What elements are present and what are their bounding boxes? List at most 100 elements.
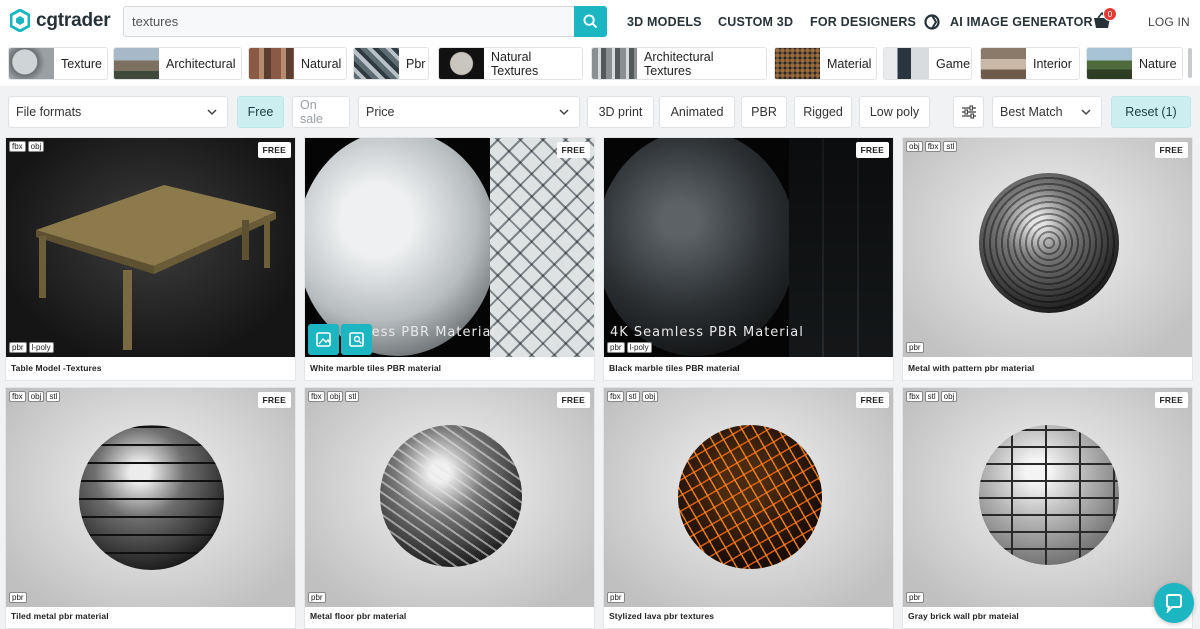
pbr-tag: pbr: [607, 342, 625, 353]
free-filter-button[interactable]: Free: [237, 96, 284, 128]
product-title[interactable]: White marble tiles PBR material: [310, 363, 441, 373]
lava-sphere: [678, 425, 822, 569]
category-chip-material[interactable]: Material: [774, 47, 877, 80]
pbr-tag: pbr: [308, 592, 326, 603]
category-chip-nature[interactable]: Nature: [1086, 47, 1183, 80]
nav-custom-3d[interactable]: CUSTOM 3D: [718, 0, 793, 44]
advanced-filters-button[interactable]: [953, 96, 984, 128]
format-tag: stl: [345, 391, 360, 402]
category-label: Pbr: [406, 56, 426, 71]
category-chip-texture[interactable]: Texture: [8, 47, 108, 80]
product-title[interactable]: Stylized lava pbr textures: [609, 611, 714, 621]
product-image[interactable]: [305, 388, 594, 607]
sliders-icon: [961, 105, 976, 119]
black-marble-sphere: [604, 138, 796, 356]
category-scroll-indicator[interactable]: [1188, 48, 1192, 78]
cart-count-badge: 0: [1103, 7, 1117, 21]
category-chip-architectural[interactable]: Architectural: [113, 47, 242, 80]
gallery-button[interactable]: [308, 324, 339, 355]
category-thumbnail: [981, 48, 1026, 79]
category-chip-natural-textures[interactable]: Natural Textures: [438, 47, 583, 80]
product-image[interactable]: [903, 388, 1192, 607]
image-gallery-icon: [316, 332, 331, 347]
product-card[interactable]: fbx stl obj FREE pbr Stylized lava pbr t…: [603, 387, 894, 629]
category-thumbnail: [439, 48, 484, 79]
category-chip-game[interactable]: Game: [883, 47, 972, 80]
category-label: Natural: [301, 56, 342, 71]
category-chip-pbr[interactable]: Pbr: [353, 47, 429, 80]
search-input[interactable]: [124, 7, 574, 36]
reset-filters-button[interactable]: Reset (1): [1111, 96, 1191, 128]
search-button[interactable]: [574, 6, 607, 37]
product-title[interactable]: Black marble tiles PBR material: [609, 363, 740, 373]
free-badge: FREE: [1154, 392, 1188, 408]
format-tag: stl: [625, 391, 640, 402]
product-title[interactable]: Gray brick wall pbr mateial: [908, 611, 1019, 621]
product-title[interactable]: Metal with pattern pbr material: [908, 363, 1034, 373]
price-dropdown[interactable]: Price: [358, 96, 580, 128]
nav-ai-image-generator[interactable]: AI IMAGE GENERATOR: [950, 0, 1093, 44]
product-image[interactable]: [604, 388, 893, 607]
on-sale-filter-button[interactable]: On sale: [292, 96, 350, 128]
chat-support-button[interactable]: [1154, 583, 1194, 623]
product-image[interactable]: less PBR Material: [305, 138, 594, 357]
pbr-tag: pbr: [906, 592, 924, 603]
free-badge: FREE: [556, 392, 590, 408]
pbr-filter-button[interactable]: PBR: [741, 96, 787, 128]
category-chip-architectural-textures[interactable]: Architectural Textures: [591, 47, 767, 80]
product-title[interactable]: Table Model -Textures: [11, 363, 102, 373]
product-image[interactable]: [6, 388, 295, 607]
category-thumbnail: [884, 48, 929, 79]
product-card[interactable]: less PBR Material FREE White marble tile…: [304, 137, 595, 381]
file-format-tags: fbx stl obj: [906, 391, 958, 402]
product-tags: pbr: [9, 592, 27, 603]
image-search-icon: [349, 332, 364, 347]
product-tags: pbr: [308, 592, 326, 603]
search-icon: [583, 14, 598, 29]
category-thumbnail: [354, 48, 399, 79]
free-badge: FREE: [556, 142, 590, 158]
product-card[interactable]: fbx stl obj FREE pbr Gray brick wall pbr…: [902, 387, 1193, 629]
login-link[interactable]: LOG IN: [1148, 0, 1190, 44]
category-label: Nature: [1139, 56, 1177, 71]
product-image[interactable]: [903, 138, 1192, 357]
product-tags: pbr l-poly: [607, 342, 652, 353]
format-tag: fbx: [906, 391, 923, 402]
category-chip-interior[interactable]: Interior: [980, 47, 1080, 80]
nav-for-designers[interactable]: FOR DESIGNERS: [810, 0, 916, 44]
file-format-tags: fbx obj stl: [9, 391, 61, 402]
rigged-filter-button[interactable]: Rigged: [794, 96, 852, 128]
pbr-tag: pbr: [607, 592, 625, 603]
product-image[interactable]: 4K Seamless PBR Material: [604, 138, 893, 357]
product-title[interactable]: Tiled metal pbr material: [11, 611, 109, 621]
category-label: Game: [936, 56, 971, 71]
3d-print-filter-button[interactable]: 3D print: [587, 96, 654, 128]
category-chips-row: Texture Architectural Natural Pbr Natura…: [0, 44, 1200, 86]
similar-search-button[interactable]: [341, 324, 372, 355]
product-card[interactable]: fbx obj FREE pbr l-poly Table Model -Tex…: [5, 137, 296, 381]
low-poly-filter-button[interactable]: Low poly: [859, 96, 930, 128]
file-formats-dropdown[interactable]: File formats: [8, 96, 228, 128]
product-tags: pbr: [906, 592, 924, 603]
category-chip-natural[interactable]: Natural: [248, 47, 347, 80]
free-badge: FREE: [257, 392, 291, 408]
animated-filter-button[interactable]: Animated: [659, 96, 735, 128]
product-card[interactable]: fbx obj stl FREE pbr Tiled metal pbr mat…: [5, 387, 296, 629]
product-card[interactable]: fbx obj stl FREE pbr Metal floor pbr mat…: [304, 387, 595, 629]
format-tag: stl: [46, 391, 61, 402]
product-title[interactable]: Metal floor pbr material: [310, 611, 406, 621]
product-image[interactable]: [6, 138, 295, 357]
format-tag: obj: [326, 391, 344, 402]
product-card[interactable]: obj fbx stl FREE pbr Metal with pattern …: [902, 137, 1193, 381]
nav-3d-models[interactable]: 3D MODELS: [627, 0, 702, 44]
black-tiles-swatch: [789, 138, 893, 357]
category-thumbnail: [775, 48, 820, 79]
search-box: [123, 6, 607, 37]
category-label: Interior: [1033, 56, 1072, 71]
sort-dropdown[interactable]: Best Match: [992, 96, 1102, 128]
logo[interactable]: cgtrader: [10, 9, 111, 32]
product-card[interactable]: 4K Seamless PBR Material FREE pbr l-poly…: [603, 137, 894, 381]
file-format-tags: fbx obj stl: [308, 391, 360, 402]
metal-floor-sphere: [380, 425, 522, 567]
table-render: [36, 185, 276, 350]
